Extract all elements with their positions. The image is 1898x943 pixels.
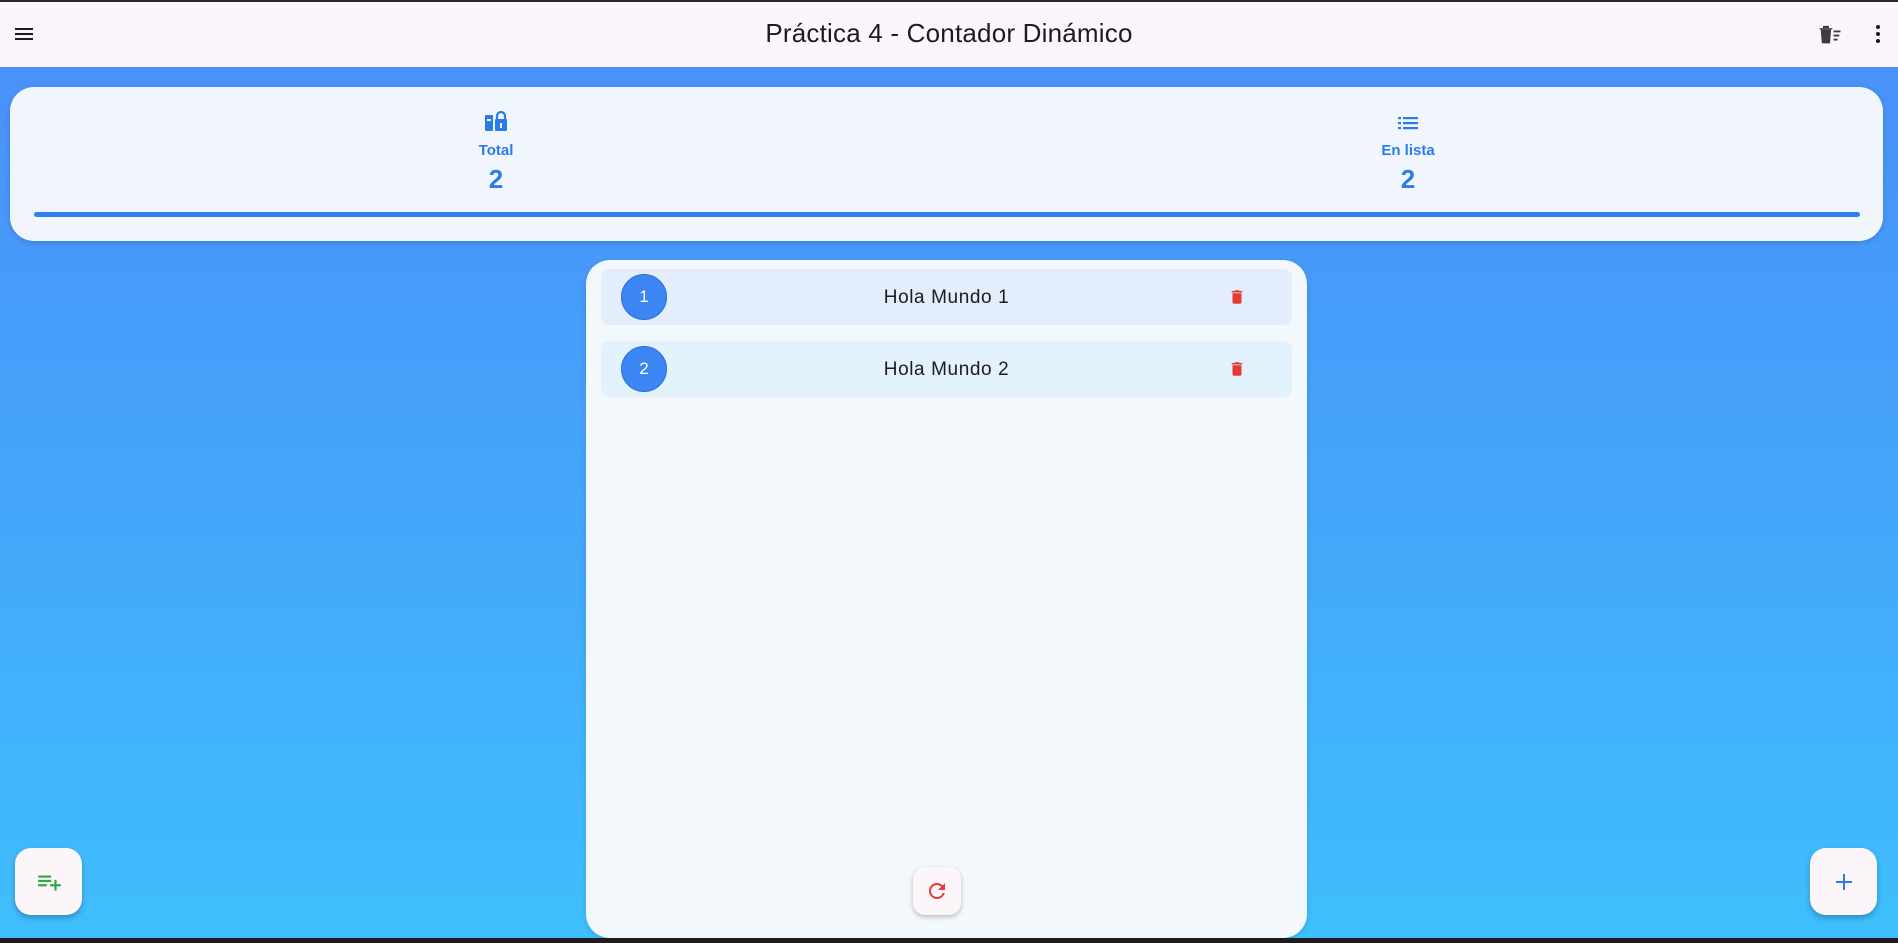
- more-options-button[interactable]: [1862, 18, 1894, 50]
- playlist-add-icon: [37, 875, 61, 891]
- delete-item-button[interactable]: [1225, 285, 1249, 309]
- reset-button[interactable]: [913, 867, 961, 915]
- app-bar: Práctica 4 - Contador Dinámico: [0, 0, 1898, 67]
- clear-all-button[interactable]: [1814, 18, 1846, 50]
- item-number-avatar: 2: [621, 346, 667, 392]
- add-to-list-button[interactable]: [15, 848, 82, 915]
- list-item[interactable]: 2 Hola Mundo 2: [601, 341, 1292, 397]
- stat-in-list-value: 2: [1400, 164, 1416, 194]
- more-vert-icon: [1876, 25, 1880, 43]
- stat-in-list-label: En lista: [1381, 142, 1435, 159]
- list-item[interactable]: 1 Hola Mundo 1: [601, 269, 1292, 325]
- list-panel: 1 Hola Mundo 1 2 Hola Mundo 2: [586, 260, 1307, 938]
- delete-icon: [1231, 362, 1243, 376]
- stat-total-label: Total: [478, 142, 514, 159]
- counter-icon: [485, 111, 507, 131]
- delete-sweep-icon: [1819, 25, 1841, 44]
- stats-card: Total 2 En lista 2: [10, 87, 1883, 241]
- stat-total: Total 2: [416, 111, 576, 195]
- add-button[interactable]: [1810, 848, 1877, 915]
- item-text: Hola Mundo 1: [883, 287, 1010, 308]
- add-icon: [1835, 873, 1852, 890]
- delete-item-button[interactable]: [1225, 357, 1249, 381]
- refresh-icon: [929, 883, 945, 899]
- app-root: Práctica 4 - Contador Dinámico Total 2 E…: [0, 0, 1898, 938]
- item-number-avatar: 1: [621, 274, 667, 320]
- progress-bar: [34, 212, 1860, 217]
- stat-in-list: En lista 2: [1328, 111, 1488, 195]
- page-title: Práctica 4 - Contador Dinámico: [765, 18, 1133, 48]
- stat-total-value: 2: [488, 164, 504, 194]
- delete-icon: [1231, 290, 1243, 304]
- list-icon: [1398, 117, 1418, 130]
- item-text: Hola Mundo 2: [883, 359, 1010, 380]
